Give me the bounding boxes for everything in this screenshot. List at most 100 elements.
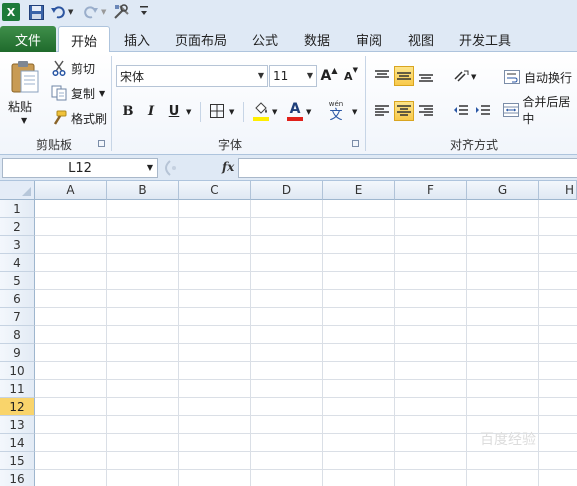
redo-dropdown-icon[interactable]: ▼	[101, 3, 106, 21]
column-header-c[interactable]: C	[179, 181, 251, 200]
phonetic-dropdown-icon[interactable]: ▼	[352, 108, 357, 116]
clipboard-icon	[11, 61, 39, 93]
row-header-5[interactable]: 5	[0, 272, 35, 290]
column-header-e[interactable]: E	[323, 181, 395, 200]
row-header-1[interactable]: 1	[0, 200, 35, 218]
shrink-font-button[interactable]: A ▼	[341, 66, 361, 86]
font-color-button[interactable]: A	[285, 99, 305, 123]
fill-color-button[interactable]	[251, 99, 271, 123]
row-header-8[interactable]: 8	[0, 326, 35, 344]
name-box-dropdown-icon[interactable]: ▼	[147, 159, 153, 177]
row-header-13[interactable]: 13	[0, 416, 35, 434]
row-header-15[interactable]: 15	[0, 452, 35, 470]
row-header-7[interactable]: 7	[0, 308, 35, 326]
format-painter-button[interactable]: 格式刷	[50, 108, 107, 128]
fill-color-dropdown-icon[interactable]: ▼	[272, 108, 277, 116]
font-name-dropdown-icon[interactable]: ▼	[258, 68, 264, 84]
undo-icon[interactable]	[51, 3, 65, 21]
grow-font-button[interactable]: A ▲	[319, 66, 339, 86]
copy-button[interactable]: 复制 ▼	[50, 83, 105, 103]
format-painter-label: 格式刷	[71, 111, 108, 126]
tab-developer[interactable]: 开发工具	[452, 26, 518, 52]
row-header-10[interactable]: 10	[0, 362, 35, 380]
font-color-dropdown-icon[interactable]: ▼	[306, 108, 311, 116]
tab-view[interactable]: 视图	[400, 26, 442, 52]
wrap-text-label: 自动换行	[524, 70, 573, 85]
spreadsheet-grid[interactable]: A B C D E F G H 1 2 3 4 5 6 7 8 9 10 11 …	[0, 181, 577, 486]
align-right-button[interactable]	[416, 101, 436, 121]
name-box[interactable]: L12 ▼	[2, 158, 158, 178]
phonetic-button[interactable]: wén 文	[323, 98, 349, 124]
select-all-corner[interactable]	[0, 181, 35, 200]
gridline	[35, 397, 577, 398]
tab-page-layout[interactable]: 页面布局	[168, 26, 234, 52]
row-header-11[interactable]: 11	[0, 380, 35, 398]
font-color-swatch	[287, 117, 303, 121]
row-header-14[interactable]: 14	[0, 434, 35, 452]
wrap-text-button[interactable]: 自动换行	[503, 67, 572, 87]
row-header-2[interactable]: 2	[0, 218, 35, 236]
increase-indent-icon	[476, 105, 490, 115]
align-middle-button[interactable]	[394, 66, 414, 86]
font-name-value: 宋体	[120, 69, 145, 84]
align-center-button[interactable]	[394, 101, 414, 121]
borders-button[interactable]	[207, 101, 227, 121]
insert-function-button[interactable]: fx	[222, 160, 234, 174]
group-separator	[365, 56, 366, 151]
phonetic-top-label: wén	[328, 99, 344, 108]
gridline	[35, 235, 577, 236]
italic-button[interactable]: I	[141, 101, 161, 121]
customize-tools-icon[interactable]	[113, 3, 131, 21]
column-header-b[interactable]: B	[107, 181, 179, 200]
tab-data[interactable]: 数据	[296, 26, 338, 52]
column-header-f[interactable]: F	[395, 181, 467, 200]
row-header-12[interactable]: 12	[0, 398, 35, 416]
gridline	[35, 325, 577, 326]
align-top-button[interactable]	[372, 66, 392, 86]
excel-logo-icon[interactable]: X	[2, 3, 20, 21]
decrease-indent-button[interactable]	[451, 101, 471, 121]
clipboard-dialog-launcher-icon[interactable]	[98, 140, 105, 147]
font-name-combo[interactable]: 宋体 ▼	[116, 65, 268, 87]
text-orientation-icon	[454, 70, 469, 82]
copy-dropdown-icon[interactable]: ▼	[99, 89, 105, 98]
tab-home[interactable]: 开始	[58, 26, 110, 53]
row-header-16[interactable]: 16	[0, 470, 35, 486]
tab-file[interactable]: 文件	[0, 26, 56, 52]
font-dialog-launcher-icon[interactable]	[352, 140, 359, 147]
row-header-4[interactable]: 4	[0, 254, 35, 272]
underline-dropdown-icon[interactable]: ▼	[186, 108, 191, 116]
formula-input[interactable]	[238, 158, 577, 178]
orientation-dropdown-icon[interactable]: ▼	[471, 73, 476, 81]
align-left-button[interactable]	[372, 101, 392, 121]
tab-formulas[interactable]: 公式	[244, 26, 286, 52]
fill-color-swatch	[253, 116, 269, 121]
borders-dropdown-icon[interactable]: ▼	[229, 108, 234, 116]
phonetic-bottom-label: 文	[329, 107, 343, 123]
row-header-3[interactable]: 3	[0, 236, 35, 254]
undo-dropdown-icon[interactable]: ▼	[68, 3, 73, 21]
redo-icon[interactable]	[84, 3, 98, 21]
save-icon[interactable]	[28, 3, 44, 21]
orientation-button[interactable]	[451, 66, 471, 86]
column-header-d[interactable]: D	[251, 181, 323, 200]
column-header-g[interactable]: G	[467, 181, 539, 200]
increase-indent-button[interactable]	[473, 101, 493, 121]
underline-button[interactable]: U	[164, 101, 184, 121]
cut-button[interactable]: 剪切	[50, 58, 95, 78]
paste-button[interactable]: 粘贴 ▼	[4, 56, 44, 126]
row-header-6[interactable]: 6	[0, 290, 35, 308]
column-header-h[interactable]: H	[539, 181, 577, 200]
font-size-dropdown-icon[interactable]: ▼	[307, 68, 313, 84]
qat-more-icon[interactable]	[140, 4, 148, 18]
tab-insert[interactable]: 插入	[114, 26, 160, 52]
row-header-9[interactable]: 9	[0, 344, 35, 362]
paste-dropdown-icon[interactable]: ▼	[21, 116, 27, 125]
shrink-font-glyph: A	[344, 69, 353, 83]
tab-review[interactable]: 审阅	[348, 26, 390, 52]
font-size-combo[interactable]: 11 ▼	[269, 65, 317, 87]
align-bottom-button[interactable]	[416, 66, 436, 86]
merge-center-button[interactable]: 合并后居中	[503, 95, 577, 126]
column-header-a[interactable]: A	[35, 181, 107, 200]
bold-button[interactable]: B	[118, 101, 138, 121]
